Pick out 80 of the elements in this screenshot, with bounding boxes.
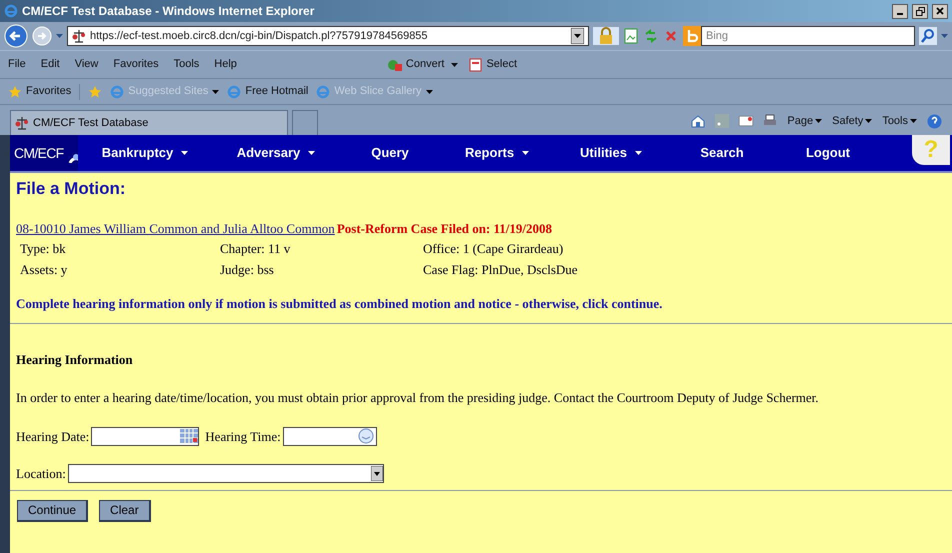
favorites-link[interactable]: Favorites	[26, 83, 72, 100]
menu-item[interactable]: View	[74, 56, 98, 73]
address-field[interactable]: https://ecf-test.moeb.circ8.dcn/cgi-bin/Dispatch.pl?757919784569855	[67, 26, 589, 46]
instructions-text: In order to enter a hearing date/time/location, you must obtain prior approval from the presiding judge. Contact the Courtroom Deputy of Judge Schermer.	[16, 389, 820, 407]
date-field[interactable]	[91, 426, 200, 446]
search-field[interactable]: Bing	[701, 26, 915, 46]
minimize-button[interactable]	[892, 4, 908, 18]
restore-button[interactable]	[912, 4, 928, 18]
select-menu[interactable]: Select	[486, 56, 518, 73]
nav-menu[interactable]: Adversary	[236, 143, 300, 163]
nav-menu[interactable]: Logout	[806, 143, 850, 163]
help-icon[interactable]	[927, 114, 942, 128]
search-icon[interactable]	[919, 27, 937, 45]
case-info: Judge: bss	[220, 261, 275, 279]
nav-menu[interactable]: Reports	[464, 143, 514, 163]
browser-tab[interactable]: CM/ECF Test Database	[10, 110, 288, 135]
field-label: Hearing Time:	[205, 428, 281, 446]
form-button[interactable]: Clear	[99, 500, 151, 522]
field-label: Hearing Date:	[16, 428, 90, 446]
case-info: Type: bk	[20, 240, 67, 258]
scales-icon	[15, 116, 29, 130]
page-icon[interactable]	[623, 28, 639, 44]
case-link[interactable]: 08-10010 James William Common and Julia Alltoo Common	[16, 218, 335, 238]
case-info: Office: 1 (Cape Girardeau)	[423, 240, 564, 258]
dropdown-icon[interactable]	[571, 28, 584, 44]
nav-menu[interactable]: Bankruptcy	[102, 143, 174, 163]
calendar-icon[interactable]	[180, 429, 198, 444]
location-dropdown[interactable]	[68, 464, 384, 484]
case-info: Case Flag: PlnDue, DsclsDue	[423, 261, 579, 279]
section-title: Hearing Information	[16, 350, 134, 369]
time-field[interactable]	[282, 426, 377, 446]
bing-icon	[683, 26, 701, 46]
field-label: Location:	[16, 465, 66, 483]
caret-icon[interactable]	[634, 151, 642, 155]
feed-icon[interactable]	[715, 114, 730, 128]
command-menu[interactable]: Tools	[882, 112, 908, 130]
window-title: CM/ECF Test Database - Windows Internet Explorer	[22, 3, 314, 20]
star-icon[interactable]	[8, 84, 22, 98]
caret-icon[interactable]	[815, 119, 822, 123]
case-info: Chapter: 11 v	[220, 240, 292, 258]
caret-icon[interactable]	[181, 151, 188, 155]
case-info: Assets: y	[20, 261, 68, 279]
forward-button[interactable]	[32, 26, 52, 46]
select-icon[interactable]	[469, 58, 484, 72]
command-menu[interactable]: Safety	[832, 112, 864, 130]
dropdown-icon[interactable]	[370, 466, 383, 482]
tab-title: CM/ECF Test Database	[33, 116, 148, 131]
form-button[interactable]: Continue	[17, 500, 88, 522]
favorites-link[interactable]: Free Hotmail	[245, 83, 308, 100]
menu-item[interactable]: Tools	[174, 56, 200, 73]
home-icon[interactable]	[691, 114, 706, 128]
clock-icon[interactable]	[358, 428, 374, 444]
restore-icon	[916, 6, 924, 16]
nav-menu[interactable]: Utilities	[580, 143, 627, 163]
case-status: Post-Reform Case Filed on: 11/19/2008	[336, 220, 552, 238]
convert-menu[interactable]: Convert	[406, 56, 444, 73]
cmecf-logo: CM/ECF	[10, 135, 78, 171]
caret-icon[interactable]	[910, 119, 917, 123]
page-heading: File a Motion:	[16, 178, 127, 200]
printer-icon[interactable]	[763, 114, 778, 128]
mail-icon[interactable]	[739, 116, 754, 126]
nav-menu[interactable]: Query	[371, 143, 409, 163]
caret-icon[interactable]	[522, 151, 530, 155]
scales-icon	[72, 29, 86, 43]
menu-item[interactable]: Favorites	[113, 56, 159, 73]
menu-item[interactable]: Edit	[40, 56, 60, 73]
lock-icon[interactable]	[593, 27, 619, 45]
close-button[interactable]	[932, 4, 948, 18]
browser-icon	[4, 4, 18, 18]
caret-icon[interactable]	[865, 119, 872, 123]
url-text: https://ecf-test.moeb.circ8.dcn/cgi-bin/Dispatch.pl?757919784569855	[90, 28, 428, 44]
dropdown-icon[interactable]	[451, 62, 458, 66]
menu-item[interactable]: Help	[214, 56, 237, 73]
back-button[interactable]	[4, 24, 28, 48]
notice-text: Complete hearing information only if motion is submitted as combined motion and notice - otherwise, click continue.	[16, 295, 664, 313]
nav-menu[interactable]: Search	[700, 143, 744, 163]
caret-icon[interactable]	[308, 151, 316, 155]
menu-item[interactable]: File	[8, 56, 26, 73]
close-icon	[936, 7, 944, 15]
command-menu[interactable]: Page	[787, 112, 814, 130]
